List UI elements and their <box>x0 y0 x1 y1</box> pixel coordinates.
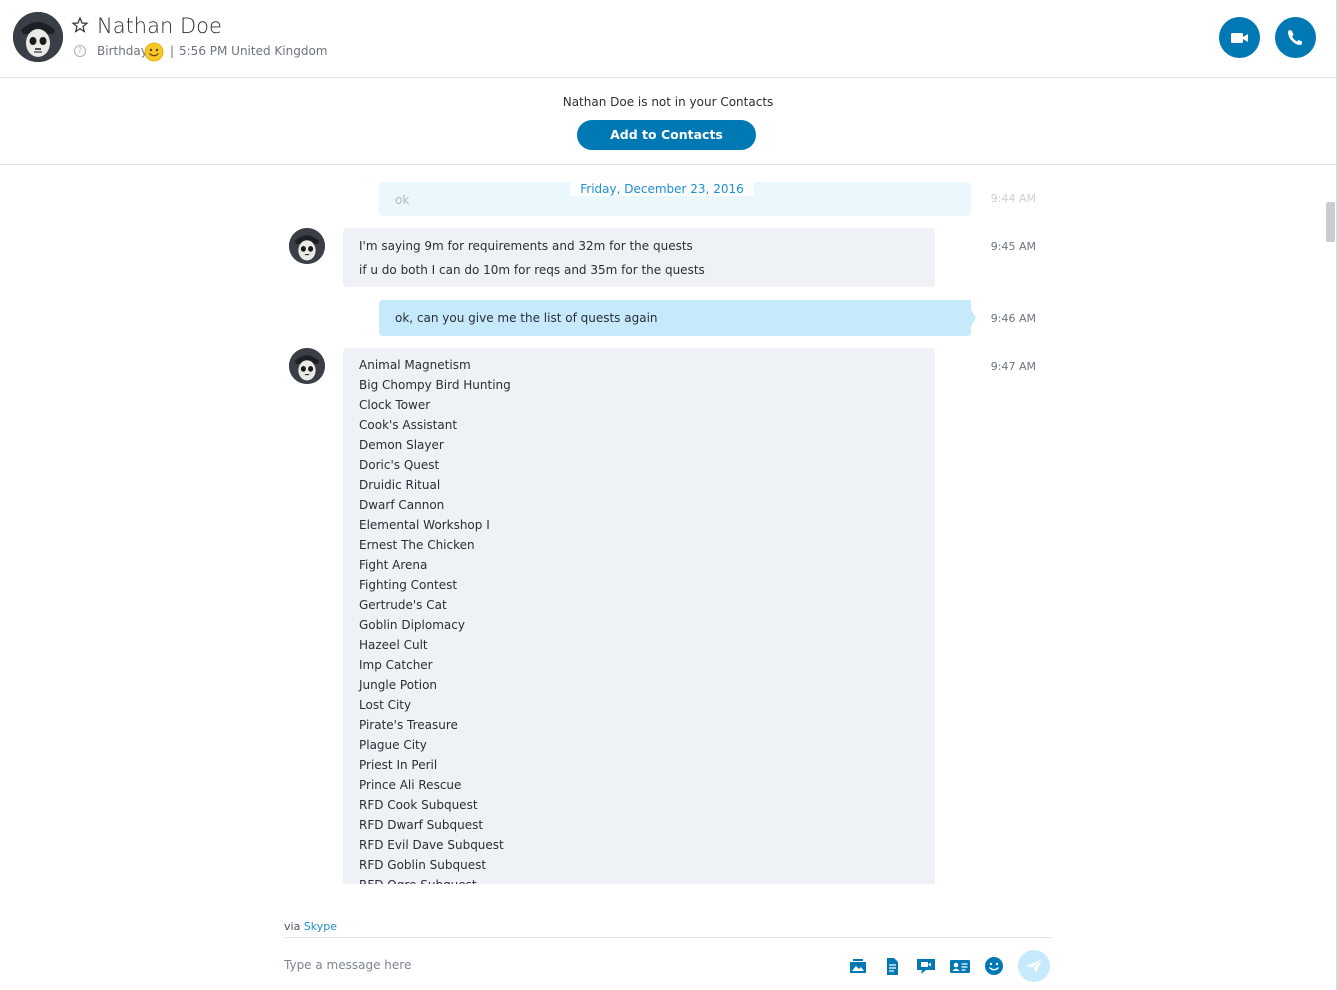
quest-item: Goblin Diplomacy <box>359 618 465 632</box>
favorite-star-icon[interactable] <box>71 16 89 34</box>
incoming-message[interactable]: I'm saying 9m for requirements and 32m f… <box>343 228 935 287</box>
header-separator: | <box>170 44 175 58</box>
quest-item: Lost City <box>359 698 412 712</box>
quest-item: Cook's Assistant <box>359 418 458 432</box>
send-icon <box>1026 958 1043 973</box>
quest-item: Animal Magnetism <box>359 358 471 372</box>
skype-chat-window: Nathan Doe ? Birthday | 5:56 PM United K… <box>0 0 1338 990</box>
quest-item: Pirate's Treasure <box>359 718 458 732</box>
date-divider-label: Friday, December 23, 2016 <box>570 182 754 196</box>
sender-avatar[interactable] <box>289 348 325 384</box>
via-skype-link[interactable]: Skype <box>304 920 337 933</box>
quest-item: Big Chompy Bird Hunting <box>359 378 511 392</box>
phone-icon <box>1288 30 1302 45</box>
conversation-scrollbar[interactable] <box>1324 166 1336 884</box>
message-timestamp: 9:47 AM <box>990 360 1036 373</box>
video-camera-icon <box>1231 33 1248 43</box>
mood-message: Birthday <box>97 44 148 58</box>
quest-item: Priest In Peril <box>359 758 438 772</box>
file-icon[interactable] <box>881 956 903 976</box>
quest-item: Demon Slayer <box>359 438 444 452</box>
smiley-emoji-icon <box>144 42 164 62</box>
via-prefix: via <box>284 920 301 933</box>
video-message-icon[interactable] <box>915 956 937 976</box>
quest-item: Gertrude's Cat <box>359 598 447 612</box>
help-icon: ? <box>74 45 86 57</box>
message-input[interactable] <box>284 952 824 978</box>
quest-item: Ernest The Chicken <box>359 538 475 552</box>
message-text: if u do both I can do 10m for reqs and 3… <box>359 263 705 277</box>
message-text: I'm saying 9m for requirements and 32m f… <box>359 239 693 253</box>
local-time-location: 5:56 PM United Kingdom <box>179 44 328 58</box>
not-in-contacts-banner: Nathan Doe is not in your Contacts Add t… <box>0 78 1336 165</box>
message-timestamp: 9:45 AM <box>990 240 1036 253</box>
quest-item: Hazeel Cult <box>359 638 428 652</box>
quest-item: Druidic Ritual <box>359 478 441 492</box>
incoming-message-quest-list[interactable]: Animal Magnetism Big Chompy Bird Hunting… <box>343 348 935 884</box>
contact-card-icon[interactable] <box>949 956 971 976</box>
quest-item: Fight Arena <box>359 558 428 572</box>
media-gallery-icon[interactable] <box>847 956 869 976</box>
quest-item: Fighting Contest <box>359 578 458 592</box>
quest-item: RFD Goblin Subquest <box>359 858 487 872</box>
add-to-contacts-button[interactable]: Add to Contacts <box>577 120 756 150</box>
quest-item: Clock Tower <box>359 398 431 412</box>
quest-item: RFD Evil Dave Subquest <box>359 838 504 852</box>
quest-item: Elemental Workshop I <box>359 518 490 532</box>
scrollbar-thumb[interactable] <box>1326 202 1335 242</box>
outgoing-message[interactable]: ok, can you give me the list of quests a… <box>379 300 971 336</box>
composer-divider <box>284 937 1051 938</box>
quest-item: RFD Cook Subquest <box>359 798 478 812</box>
quest-item: RFD Ogre Subquest <box>359 875 919 884</box>
sender-avatar[interactable] <box>289 228 325 264</box>
quest-item: Imp Catcher <box>359 658 433 672</box>
date-divider: Friday, December 23, 2016 <box>0 182 1324 196</box>
quest-item: Plague City <box>359 738 427 752</box>
via-skype-label: via Skype <box>284 920 337 933</box>
contact-avatar[interactable] <box>13 12 63 62</box>
conversation-header: Nathan Doe ? Birthday | 5:56 PM United K… <box>0 0 1336 78</box>
audio-call-button[interactable] <box>1275 17 1316 58</box>
quest-item: Jungle Potion <box>359 678 438 692</box>
message-text: ok, can you give me the list of quests a… <box>395 311 658 325</box>
emoticon-icon[interactable] <box>983 956 1005 976</box>
not-in-contacts-text: Nathan Doe is not in your Contacts <box>562 95 774 109</box>
quest-item: Dwarf Cannon <box>359 498 445 512</box>
message-timestamp: 9:46 AM <box>990 312 1036 325</box>
quest-item: RFD Dwarf Subquest <box>359 818 484 832</box>
video-call-button[interactable] <box>1219 17 1260 58</box>
contact-name[interactable]: Nathan Doe <box>97 14 222 38</box>
send-button[interactable] <box>1018 950 1050 982</box>
quest-item: Doric's Quest <box>359 458 440 472</box>
message-history[interactable]: Friday, December 23, 2016 ok 9:44 AM I'm… <box>0 166 1324 884</box>
quest-item: Prince Ali Rescue <box>359 778 462 792</box>
